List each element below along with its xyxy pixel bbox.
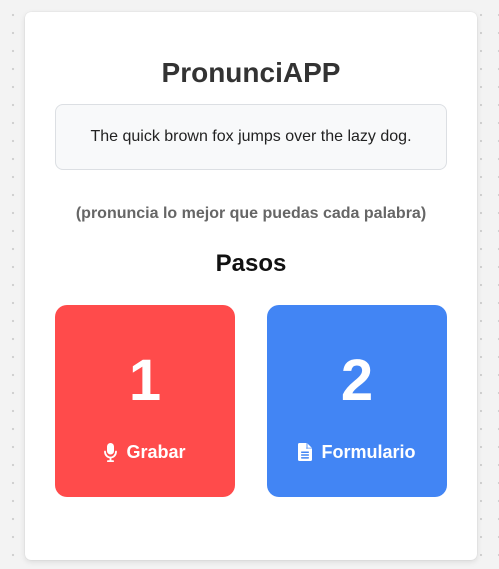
step-record-button[interactable]: 1 Grabar <box>55 305 235 497</box>
document-icon <box>298 443 313 461</box>
step-label: Grabar <box>126 442 186 462</box>
main-card: PronunciAPP The quick brown fox jumps ov… <box>25 12 477 560</box>
step-form-button[interactable]: 2 Formulario <box>267 305 447 497</box>
steps-heading: Pasos <box>215 250 287 277</box>
step-number: 2 <box>340 348 374 413</box>
app-title: PronunciAPP <box>161 57 341 88</box>
step-label: Formulario <box>321 442 416 462</box>
step-action: Grabar <box>55 441 235 463</box>
step-number: 1 <box>128 348 162 413</box>
pronunciation-hint: (pronuncia lo mejor que puedas cada pala… <box>75 205 427 222</box>
microphone-icon <box>104 442 118 462</box>
sentence-text: The quick brown fox jumps over the lazy … <box>90 128 412 145</box>
step-action: Formulario <box>267 441 447 463</box>
sentence-box: The quick brown fox jumps over the lazy … <box>55 104 447 170</box>
